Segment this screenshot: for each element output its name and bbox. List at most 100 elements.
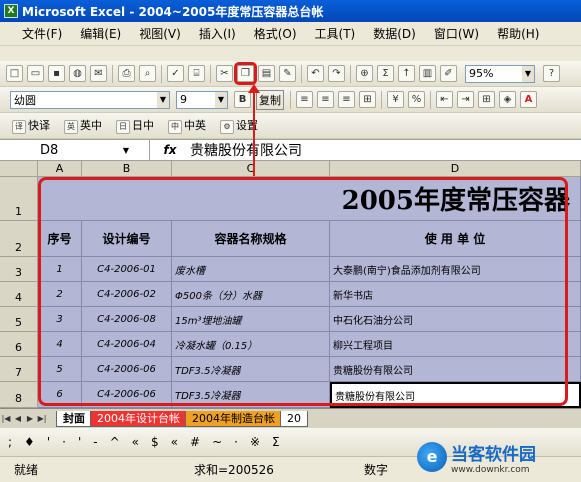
- translate-jp-cn-button[interactable]: 日日中: [111, 115, 157, 136]
- draw-item[interactable]: «: [171, 435, 178, 449]
- table-cell[interactable]: 15m³埋地油罐: [172, 307, 330, 332]
- row-header-4[interactable]: 4: [0, 282, 38, 307]
- draw-item[interactable]: #: [190, 435, 200, 449]
- currency-icon[interactable]: ¥: [387, 91, 404, 108]
- table-cell[interactable]: 废水槽: [172, 257, 330, 282]
- row-header-7[interactable]: 7: [0, 357, 38, 382]
- sheet-title[interactable]: 2005年度常压容器: [38, 177, 581, 221]
- draw-item[interactable]: ·: [234, 435, 238, 449]
- table-cell[interactable]: TDF3.5冷凝器: [172, 357, 330, 382]
- row-header-5[interactable]: 5: [0, 307, 38, 332]
- column-header-d[interactable]: D: [330, 161, 581, 177]
- table-cell[interactable]: 中石化石油分公司: [330, 307, 581, 332]
- bold-button[interactable]: B: [234, 91, 251, 108]
- table-cell[interactable]: 5: [38, 357, 82, 382]
- header-code[interactable]: 设计编号: [82, 221, 172, 257]
- borders-icon[interactable]: ⊞: [478, 91, 495, 108]
- font-size-select[interactable]: 9 ▼: [176, 90, 228, 109]
- table-cell[interactable]: 柳兴工程项目: [330, 332, 581, 357]
- align-right-icon[interactable]: ≡: [338, 91, 355, 108]
- draw-item[interactable]: ^: [110, 435, 120, 449]
- menu-view[interactable]: 视图(V): [139, 25, 181, 42]
- name-box[interactable]: D8 ▼: [0, 140, 150, 160]
- translate-quick-button[interactable]: 译快译: [7, 115, 53, 136]
- menu-format[interactable]: 格式(O): [254, 25, 297, 42]
- menu-edit[interactable]: 编辑(E): [80, 25, 121, 42]
- row-header-6[interactable]: 6: [0, 332, 38, 357]
- format-painter-icon[interactable]: ✎: [279, 65, 296, 82]
- new-icon[interactable]: □: [6, 65, 23, 82]
- table-cell[interactable]: 冷凝水罐（0.15）: [172, 332, 330, 357]
- table-cell[interactable]: C4-2006-04: [82, 332, 172, 357]
- table-cell[interactable]: 大泰鹏(南宁)食品添加剂有限公司: [330, 257, 581, 282]
- draw-item[interactable]: -: [93, 435, 97, 449]
- first-sheet-icon[interactable]: |◀: [0, 412, 12, 426]
- menu-window[interactable]: 窗口(W): [434, 25, 479, 42]
- merge-center-icon[interactable]: ⊞: [359, 91, 376, 108]
- draw-item[interactable]: ♦: [24, 435, 35, 449]
- copy-button[interactable]: 复制: [256, 89, 284, 110]
- last-sheet-icon[interactable]: ▶|: [36, 412, 48, 426]
- open-icon[interactable]: ▭: [27, 65, 44, 82]
- autosum-icon[interactable]: Σ: [377, 65, 394, 82]
- translate-cn-en-button[interactable]: 中中英: [163, 115, 209, 136]
- table-cell[interactable]: C4-2006-01: [82, 257, 172, 282]
- menu-data[interactable]: 数据(D): [373, 25, 416, 42]
- row-header-1[interactable]: 1: [0, 177, 38, 221]
- chevron-down-icon[interactable]: ▼: [123, 146, 129, 155]
- menu-file[interactable]: 文件(F): [22, 25, 62, 42]
- table-cell[interactable]: C4-2006-02: [82, 282, 172, 307]
- column-header-c[interactable]: C: [172, 161, 330, 177]
- header-no[interactable]: 序号: [38, 221, 82, 257]
- tab-cover[interactable]: 封面: [56, 410, 92, 427]
- save-icon[interactable]: ▪: [48, 65, 65, 82]
- print-preview-icon[interactable]: ⌕: [139, 65, 156, 82]
- table-cell[interactable]: 新华书店: [330, 282, 581, 307]
- undo-icon[interactable]: ↶: [307, 65, 324, 82]
- table-cell[interactable]: 4: [38, 332, 82, 357]
- permission-icon[interactable]: ◍: [69, 65, 86, 82]
- tab-20[interactable]: 20: [280, 410, 308, 427]
- next-sheet-icon[interactable]: ▶: [24, 412, 36, 426]
- table-cell[interactable]: C4-2006-06: [82, 357, 172, 382]
- sort-ascending-icon[interactable]: ↑: [398, 65, 415, 82]
- menu-help[interactable]: 帮助(H): [497, 25, 539, 42]
- table-cell[interactable]: C4-2006-08: [82, 307, 172, 332]
- row-header-8[interactable]: 8: [0, 382, 38, 408]
- menu-tools[interactable]: 工具(T): [315, 25, 356, 42]
- draw-item[interactable]: ※: [250, 435, 260, 449]
- header-unit[interactable]: 使 用 单 位: [330, 221, 581, 257]
- column-header-b[interactable]: B: [82, 161, 172, 177]
- font-color-icon[interactable]: A: [520, 91, 537, 108]
- draw-item[interactable]: Σ: [272, 435, 280, 449]
- draw-item[interactable]: ': [47, 435, 50, 449]
- table-cell[interactable]: TDF3.5冷凝器: [172, 382, 330, 408]
- column-header-a[interactable]: A: [38, 161, 82, 177]
- print-icon[interactable]: ⎙: [118, 65, 135, 82]
- chevron-down-icon[interactable]: ▼: [215, 91, 227, 108]
- email-icon[interactable]: ✉: [90, 65, 107, 82]
- draw-item[interactable]: ': [78, 435, 81, 449]
- percent-icon[interactable]: %: [408, 91, 425, 108]
- prev-sheet-icon[interactable]: ◀: [12, 412, 24, 426]
- draw-item[interactable]: $: [151, 435, 159, 449]
- header-name[interactable]: 容器名称规格: [172, 221, 330, 257]
- cut-icon[interactable]: ✂: [216, 65, 233, 82]
- increase-indent-icon[interactable]: ⇥: [457, 91, 474, 108]
- paste-icon[interactable]: ▤: [258, 65, 275, 82]
- align-left-icon[interactable]: ≡: [296, 91, 313, 108]
- table-cell[interactable]: 3: [38, 307, 82, 332]
- decrease-indent-icon[interactable]: ⇤: [436, 91, 453, 108]
- fill-color-icon[interactable]: ◈: [499, 91, 516, 108]
- hyperlink-icon[interactable]: ⊕: [356, 65, 373, 82]
- translate-en-cn-button[interactable]: 英英中: [59, 115, 105, 136]
- table-cell[interactable]: Φ500条（分）水器: [172, 282, 330, 307]
- draw-item[interactable]: ~: [212, 435, 222, 449]
- spelling-icon[interactable]: ✓: [167, 65, 184, 82]
- font-name-select[interactable]: 幼圆 ▼: [10, 90, 170, 109]
- function-icon[interactable]: fx: [150, 143, 190, 157]
- table-cell[interactable]: 1: [38, 257, 82, 282]
- draw-item[interactable]: ·: [62, 435, 66, 449]
- tab-2004-manufacture[interactable]: 2004年制造台帐: [185, 410, 282, 427]
- chevron-down-icon[interactable]: ▼: [157, 91, 169, 108]
